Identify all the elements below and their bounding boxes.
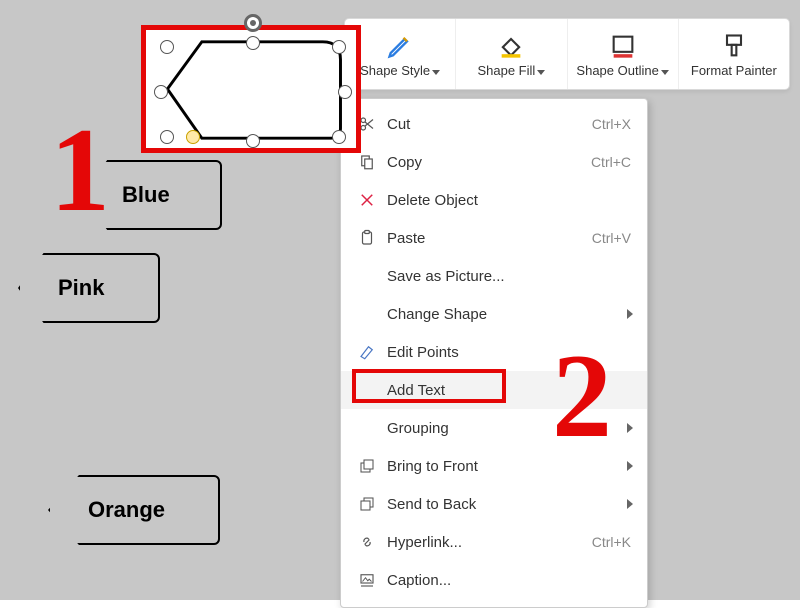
resize-handle-w[interactable]	[154, 85, 168, 99]
menu-cut-label: Cut	[381, 116, 592, 133]
resize-handle-n[interactable]	[246, 36, 260, 50]
resize-handle-se[interactable]	[332, 130, 346, 144]
menu-copy[interactable]: Copy Ctrl+C	[341, 143, 647, 181]
menu-caption[interactable]: Caption...	[341, 561, 647, 599]
brush-icon	[720, 33, 748, 59]
shape-fill-button[interactable]: Shape Fill	[456, 19, 567, 89]
menu-delete-object[interactable]: Delete Object	[341, 181, 647, 219]
caption-icon	[353, 571, 381, 589]
menu-delete-label: Delete Object	[381, 192, 631, 209]
rotation-handle[interactable]	[244, 14, 262, 32]
menu-cut[interactable]: Cut Ctrl+X	[341, 105, 647, 143]
menu-copy-label: Copy	[381, 154, 591, 171]
send-back-icon	[353, 495, 381, 513]
link-icon	[353, 533, 381, 551]
annotation-number-1: 1	[50, 110, 110, 230]
menu-copy-shortcut: Ctrl+C	[591, 154, 631, 170]
annotation-box-1	[141, 25, 361, 153]
menu-send-back-label: Send to Back	[381, 496, 631, 513]
copy-icon	[353, 153, 381, 171]
menu-hyperlink-shortcut: Ctrl+K	[592, 534, 631, 550]
resize-handle-e[interactable]	[338, 85, 352, 99]
format-painter-button[interactable]: Format Painter	[679, 19, 789, 89]
bring-front-icon	[353, 457, 381, 475]
menu-change-shape-label: Change Shape	[381, 306, 631, 323]
shape-outline-label: Shape Outline	[576, 63, 658, 78]
edit-points-icon	[353, 343, 381, 361]
shape-blue-label: Blue	[122, 182, 170, 208]
shape-orange[interactable]: Orange	[48, 475, 220, 545]
menu-paste[interactable]: Paste Ctrl+V	[341, 219, 647, 257]
menu-paste-label: Paste	[381, 230, 592, 247]
menu-change-shape[interactable]: Change Shape	[341, 295, 647, 333]
chevron-down-icon	[537, 70, 545, 75]
outline-icon	[609, 33, 637, 59]
resize-handle-sw[interactable]	[160, 130, 174, 144]
menu-caption-label: Caption...	[381, 572, 631, 589]
bucket-icon	[497, 33, 525, 59]
delete-icon	[353, 191, 381, 209]
chevron-down-icon	[661, 70, 669, 75]
shape-pink[interactable]: Pink	[18, 253, 160, 323]
shape-format-toolbar: Shape Style Shape Fill Shape Outline For…	[344, 18, 790, 90]
shape-outline-button[interactable]: Shape Outline	[568, 19, 679, 89]
resize-handle-s[interactable]	[246, 134, 260, 148]
menu-paste-shortcut: Ctrl+V	[592, 230, 631, 246]
menu-cut-shortcut: Ctrl+X	[592, 116, 631, 132]
resize-handle-nw[interactable]	[160, 40, 174, 54]
annotation-number-2: 2	[552, 336, 612, 456]
shape-style-button[interactable]: Shape Style	[345, 19, 456, 89]
adjust-handle[interactable]	[186, 130, 200, 144]
menu-save-picture-label: Save as Picture...	[381, 268, 631, 285]
shape-orange-label: Orange	[88, 497, 165, 523]
paste-icon	[353, 229, 381, 247]
shape-style-label: Shape Style	[360, 63, 430, 78]
chevron-down-icon	[432, 70, 440, 75]
menu-send-to-back[interactable]: Send to Back	[341, 485, 647, 523]
menu-hyperlink-label: Hyperlink...	[381, 534, 592, 551]
resize-handle-ne[interactable]	[332, 40, 346, 54]
menu-save-as-picture[interactable]: Save as Picture...	[341, 257, 647, 295]
pencil-icon	[386, 33, 414, 59]
format-painter-label: Format Painter	[691, 63, 777, 78]
shape-fill-label: Shape Fill	[477, 63, 535, 78]
menu-hyperlink[interactable]: Hyperlink... Ctrl+K	[341, 523, 647, 561]
shape-pink-label: Pink	[58, 275, 104, 301]
